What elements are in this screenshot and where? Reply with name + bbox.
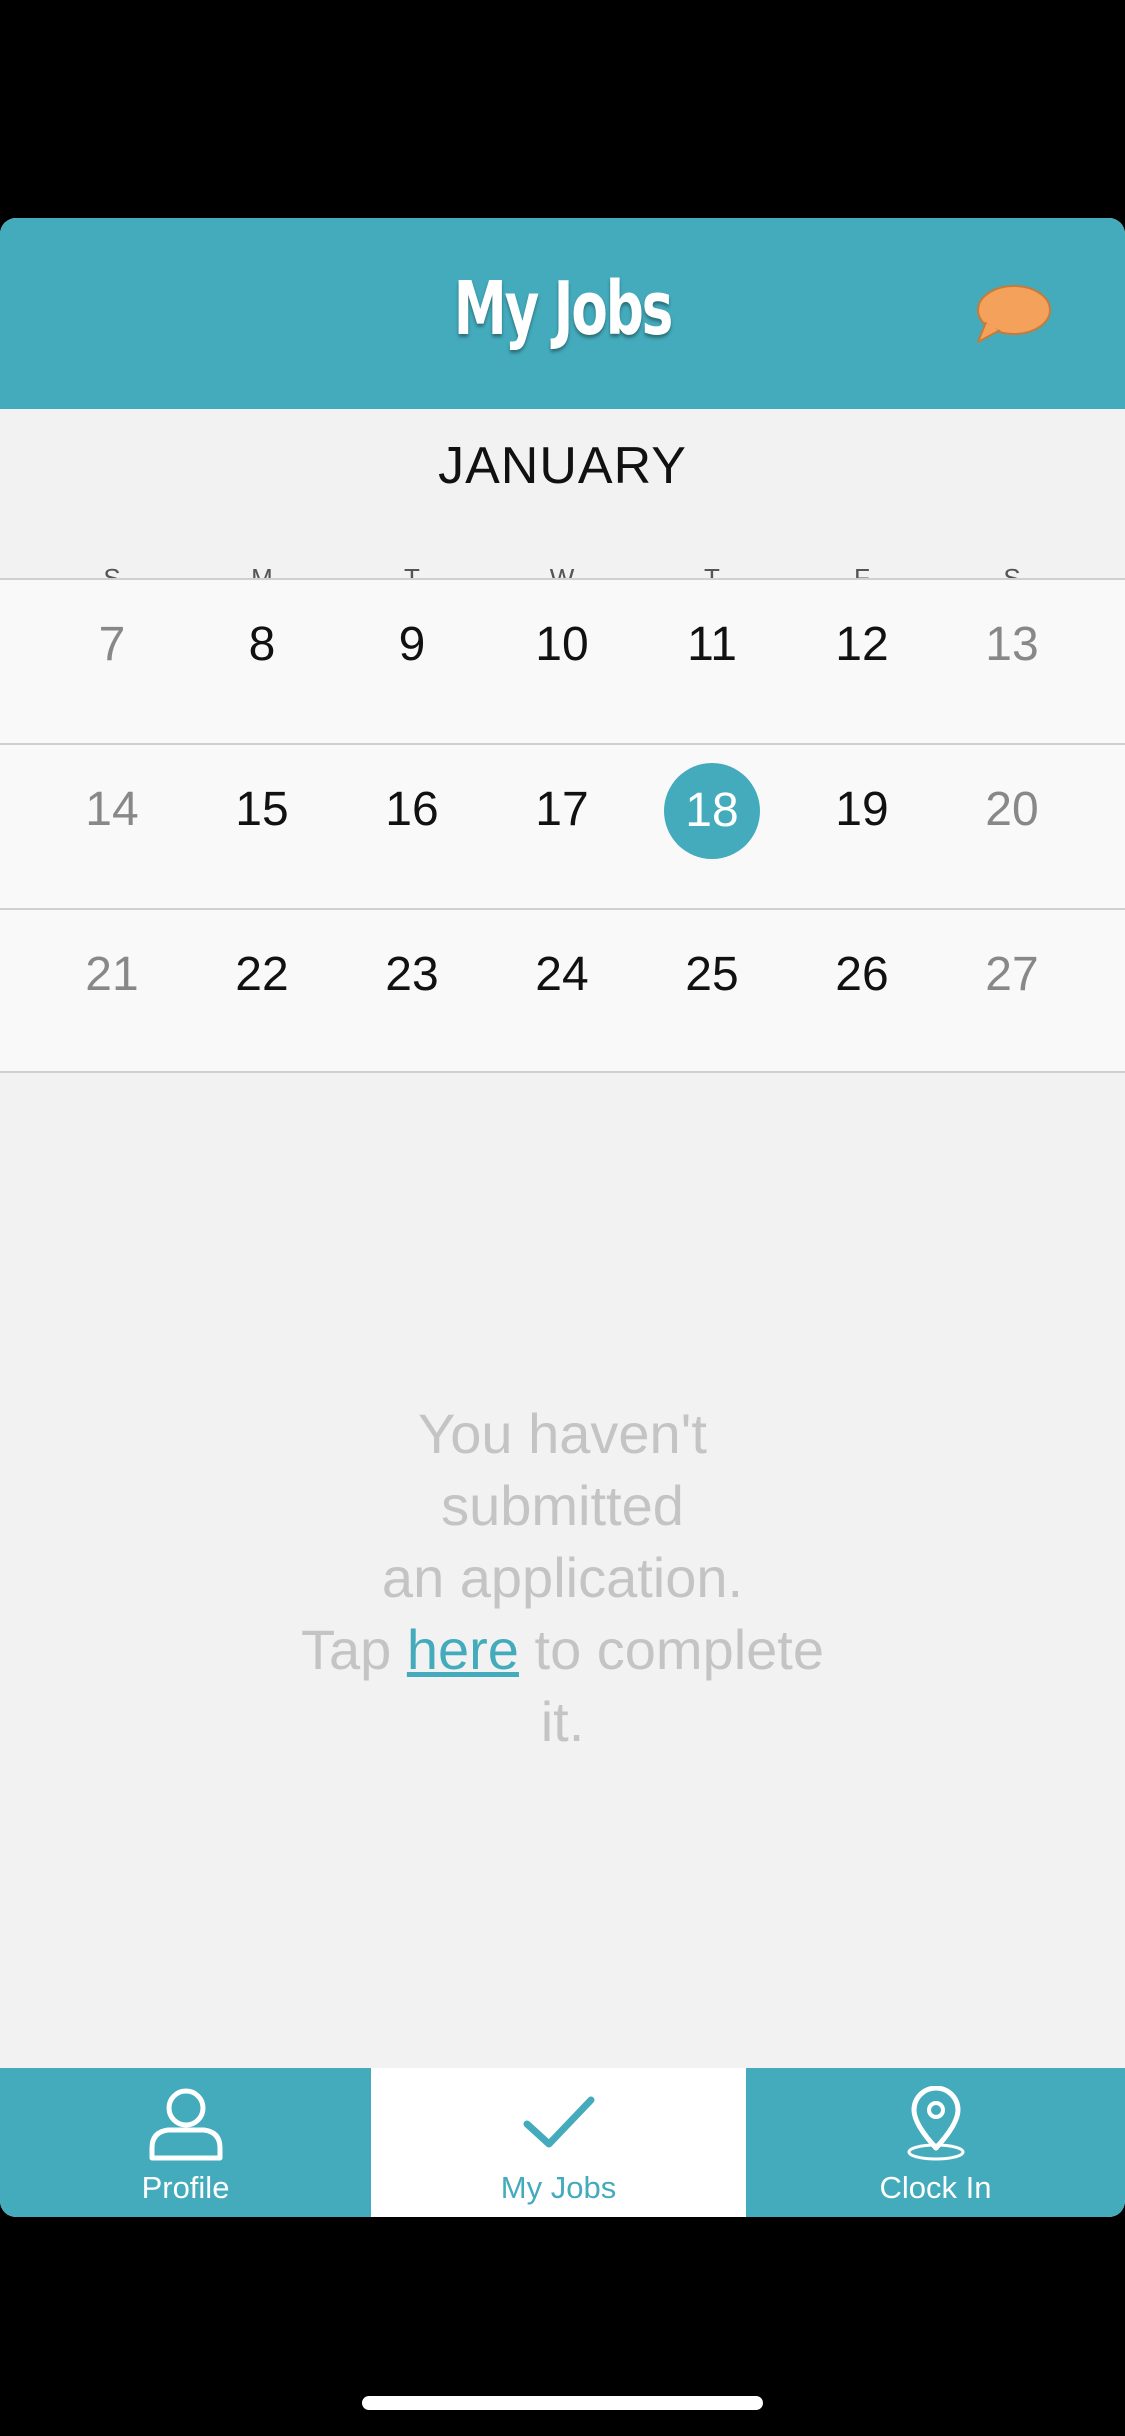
location-pin-icon: [907, 2086, 964, 2161]
calendar-divider: [0, 1071, 1125, 1073]
calendar-day[interactable]: 13: [937, 604, 1087, 694]
calendar-day[interactable]: 16: [337, 769, 487, 859]
calendar-day[interactable]: 27: [937, 934, 1087, 1024]
calendar-day[interactable]: 10: [487, 604, 637, 694]
calendar-day[interactable]: 11: [637, 604, 787, 694]
empty-line: an application.: [381, 1546, 744, 1609]
tab-clock-in[interactable]: Clock In: [746, 2068, 1125, 2217]
calendar-week-row: 14 15 16 17 18 19 20: [0, 743, 1125, 908]
header-bar: My Jobs: [0, 218, 1125, 409]
calendar-day[interactable]: 8: [187, 604, 337, 694]
calendar-day[interactable]: 17: [487, 769, 637, 859]
calendar-week-row: 21 22 23 24 25 26 27: [0, 908, 1125, 1073]
home-indicator[interactable]: [362, 2396, 763, 2410]
empty-line: it.: [540, 1690, 585, 1753]
tab-label: Profile: [141, 2170, 230, 2205]
calendar-week-row: 7 8 9 10 11 12 13: [0, 578, 1125, 743]
calendar-day[interactable]: 19: [787, 769, 937, 859]
month-title: JANUARY: [438, 437, 687, 495]
empty-line: You haven't: [418, 1402, 707, 1465]
empty-state-message: You haven't submitted an application. Ta…: [260, 1398, 865, 1758]
calendar-day[interactable]: 23: [337, 934, 487, 1024]
empty-line: Tap here to complete: [260, 1614, 865, 1686]
tab-label: My Jobs: [500, 2170, 617, 2205]
tab-profile[interactable]: Profile: [0, 2068, 371, 2217]
person-icon: [149, 2088, 222, 2161]
tab-label: Clock In: [879, 2170, 992, 2205]
checkmark-icon: [523, 2096, 594, 2148]
calendar-day[interactable]: 20: [937, 769, 1087, 859]
phone-screen: My Jobs JANUARY S M T W T F S 7 8 9 10 1…: [0, 0, 1125, 2436]
empty-line-text: Tap: [301, 1618, 407, 1681]
page-title: My Jobs: [453, 266, 674, 352]
application-link[interactable]: here: [407, 1618, 519, 1681]
calendar-day[interactable]: 21: [37, 934, 187, 1024]
speech-bubble-icon[interactable]: [972, 284, 1052, 346]
app-container: My Jobs JANUARY S M T W T F S 7 8 9 10 1…: [0, 218, 1125, 2217]
calendar-day[interactable]: 25: [637, 934, 787, 1024]
calendar-day[interactable]: 22: [187, 934, 337, 1024]
calendar-day[interactable]: 26: [787, 934, 937, 1024]
calendar-day-selected[interactable]: 18: [637, 763, 787, 859]
calendar-day[interactable]: 12: [787, 604, 937, 694]
calendar-day[interactable]: 14: [37, 769, 187, 859]
tab-bar: Profile My Jobs Clock In: [0, 2068, 1125, 2217]
calendar-day[interactable]: 7: [37, 604, 187, 694]
calendar-day[interactable]: 24: [487, 934, 637, 1024]
empty-line-text: to complete: [518, 1618, 825, 1681]
calendar-day[interactable]: 15: [187, 769, 337, 859]
tab-my-jobs[interactable]: My Jobs: [371, 2068, 746, 2217]
empty-line: submitted: [441, 1474, 684, 1537]
calendar-day[interactable]: 9: [337, 604, 487, 694]
